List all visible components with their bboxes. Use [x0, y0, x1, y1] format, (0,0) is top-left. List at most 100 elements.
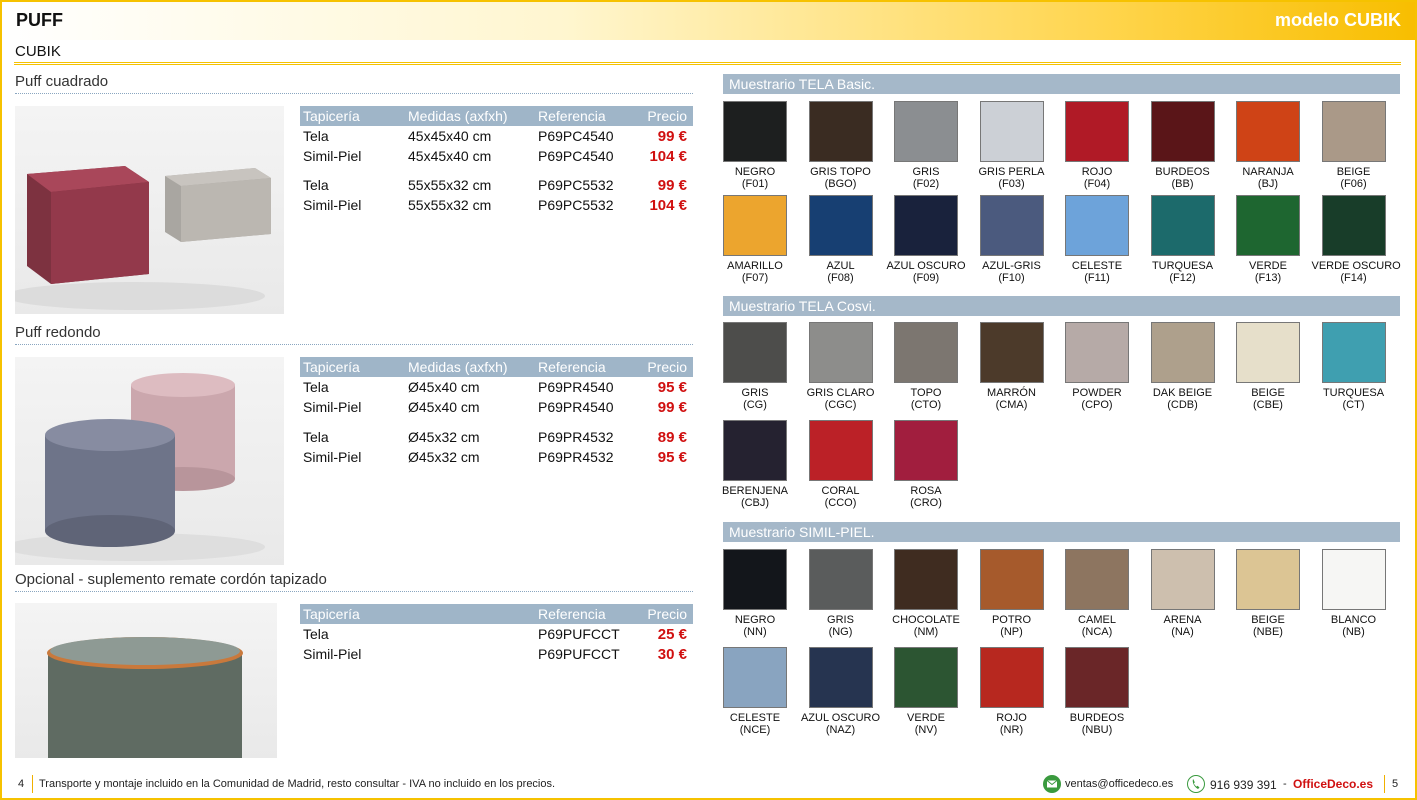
swatch-item[interactable]: AZUL OSCURO (NAZ) [799, 647, 883, 736]
product-photo-puff-cuadrado [15, 106, 284, 314]
swatch-name: VERDE [907, 712, 945, 724]
footer-brand[interactable]: OfficeDeco.es [1293, 777, 1373, 791]
swatch-item[interactable]: BURDEOS (BB) [1141, 101, 1225, 190]
swatch-item[interactable]: BLANCO (NB) [1312, 549, 1396, 638]
header-precio: Precio [647, 108, 687, 124]
swatch-item[interactable]: AZUL (F08) [799, 195, 883, 284]
swatch-name: GRIS PERLA [978, 166, 1045, 178]
swatch-item[interactable]: BEIGE (F06) [1312, 101, 1396, 190]
swatch-color [808, 195, 873, 256]
swatch-item[interactable]: TURQUESA (F12) [1141, 195, 1225, 284]
swatch-item[interactable]: GRIS TOPO (BGO) [799, 101, 883, 190]
swatch-code: (F11) [1084, 272, 1110, 284]
swatch-code: (NM) [913, 626, 939, 638]
swatch-code: (CGC) [824, 399, 857, 411]
swatch-name: MARRÓN [987, 387, 1036, 399]
swatch-code: (CDB) [1167, 399, 1198, 411]
swatch-code: (F03) [998, 178, 1025, 190]
swatch-item[interactable]: ROSA (CRO) [884, 420, 968, 509]
swatch-name: BURDEOS [1069, 712, 1125, 724]
swatch-item[interactable]: BEIGE (CBE) [1226, 322, 1310, 411]
swatch-item[interactable]: POTRO (NP) [970, 549, 1054, 638]
swatch-name: GRIS CLARO [806, 387, 875, 399]
swatch-color [1065, 195, 1129, 256]
swatch-code: (NA) [1171, 626, 1194, 638]
swatch-item[interactable]: CELESTE (F11) [1055, 195, 1139, 284]
price-table-opcional: Tapicería Referencia Precio Tela P69PUFC… [300, 604, 693, 664]
cell-precio: 95 € [657, 379, 687, 396]
swatch-item[interactable]: POWDER (CPO) [1055, 322, 1139, 411]
swatch-name: BEIGE [1251, 614, 1285, 626]
swatch-item[interactable]: VERDE (NV) [884, 647, 968, 736]
cell-precio: 99 € [657, 128, 687, 145]
swatch-name: GRIS [827, 614, 854, 626]
swatch-item[interactable]: AZUL-GRIS (F10) [970, 195, 1054, 284]
cell-precio: 104 € [649, 148, 687, 165]
swatch-color [894, 101, 958, 162]
swatch-code: (NCA) [1081, 626, 1113, 638]
swatch-color [1236, 101, 1300, 162]
swatch-code: (CG) [743, 399, 767, 411]
product-photo-puff-redondo [15, 357, 284, 565]
swatch-color [1321, 101, 1386, 162]
swatch-item[interactable]: DAK BEIGE (CDB) [1141, 322, 1225, 411]
swatch-item[interactable]: GRIS (F02) [884, 101, 968, 190]
swatch-name: CAMEL [1078, 614, 1116, 626]
swatch-code: (NP) [1000, 626, 1023, 638]
swatch-color [894, 195, 958, 256]
swatch-item[interactable]: NARANJA (BJ) [1226, 101, 1310, 190]
cell-tapiceria: Tela [303, 429, 329, 445]
swatch-item[interactable]: TOPO (CTO) [884, 322, 968, 411]
header-referencia: Referencia [538, 359, 606, 375]
swatch-item[interactable]: ROJO (F04) [1055, 101, 1139, 190]
email-icon [1043, 775, 1061, 793]
cell-tapiceria: Tela [303, 128, 329, 144]
swatch-color [808, 647, 873, 708]
swatch-item[interactable]: NEGRO (F01) [713, 101, 797, 190]
swatch-item[interactable]: BEIGE (NBE) [1226, 549, 1310, 638]
swatch-item[interactable]: AZUL OSCURO (F09) [884, 195, 968, 284]
swatch-name: TURQUESA [1151, 260, 1214, 272]
swatch-item[interactable]: GRIS (CG) [713, 322, 797, 411]
swatch-item[interactable]: VERDE OSCURO (F14) [1312, 195, 1401, 284]
swatch-item[interactable]: CAMEL (NCA) [1055, 549, 1139, 638]
swatch-item[interactable]: TURQUESA (CT) [1312, 322, 1396, 411]
header-precio: Precio [647, 606, 687, 622]
swatch-color [723, 647, 787, 708]
swatch-item[interactable]: CORAL (CCO) [799, 420, 883, 509]
swatch-item[interactable]: ROJO (NR) [970, 647, 1054, 736]
swatch-name: BEIGE [1251, 387, 1285, 399]
swatch-item[interactable]: CELESTE (NCE) [713, 647, 797, 736]
table-header: Tapicería Referencia Precio [300, 604, 693, 624]
swatch-item[interactable]: ARENA (NA) [1141, 549, 1225, 638]
section-title-puff-cuadrado: Puff cuadrado [15, 73, 109, 90]
swatch-item[interactable]: GRIS CLARO (CGC) [799, 322, 883, 411]
swatch-item[interactable]: VERDE (F13) [1226, 195, 1310, 284]
swatch-code: (NG) [828, 626, 853, 638]
swatch-item[interactable]: AMARILLO (F07) [713, 195, 797, 284]
swatch-name: TURQUESA [1322, 387, 1385, 399]
swatch-header-simil-piel: Muestrario SIMIL-PIEL. [723, 522, 1400, 542]
swatch-color [723, 101, 787, 162]
cell-tapiceria: Simil-Piel [303, 399, 362, 415]
swatch-code: (CRO) [910, 497, 942, 509]
swatch-header-label: Muestrario TELA Basic. [729, 76, 876, 92]
swatch-item[interactable]: NEGRO (NN) [713, 549, 797, 638]
swatch-item[interactable]: BERENJENA (CBJ) [713, 420, 797, 509]
swatch-color [1236, 322, 1300, 383]
table-header: Tapicería Medidas (axfxh) Referencia Pre… [300, 357, 693, 377]
footer-phone[interactable]: 916 939 391 [1210, 778, 1277, 792]
swatch-item[interactable]: BURDEOS (NBU) [1055, 647, 1139, 736]
swatch-item[interactable]: MARRÓN (CMA) [970, 322, 1054, 411]
swatch-code: (CCO) [824, 497, 857, 509]
swatch-color [894, 647, 958, 708]
swatch-item[interactable]: GRIS PERLA (F03) [970, 101, 1054, 190]
swatch-item[interactable]: GRIS (NG) [799, 549, 883, 638]
swatch-item[interactable]: CHOCOLATE (NM) [884, 549, 968, 638]
footer-email[interactable]: ventas@officedeco.es [1065, 778, 1173, 790]
swatch-color [979, 549, 1044, 610]
cell-precio: 104 € [649, 197, 687, 214]
table-row: Simil-Piel 45x45x40 cm P69PC4540 104 € [300, 146, 693, 166]
header-medidas: Medidas (axfxh) [408, 359, 508, 375]
section-title-puff-redondo: Puff redondo [15, 324, 101, 341]
